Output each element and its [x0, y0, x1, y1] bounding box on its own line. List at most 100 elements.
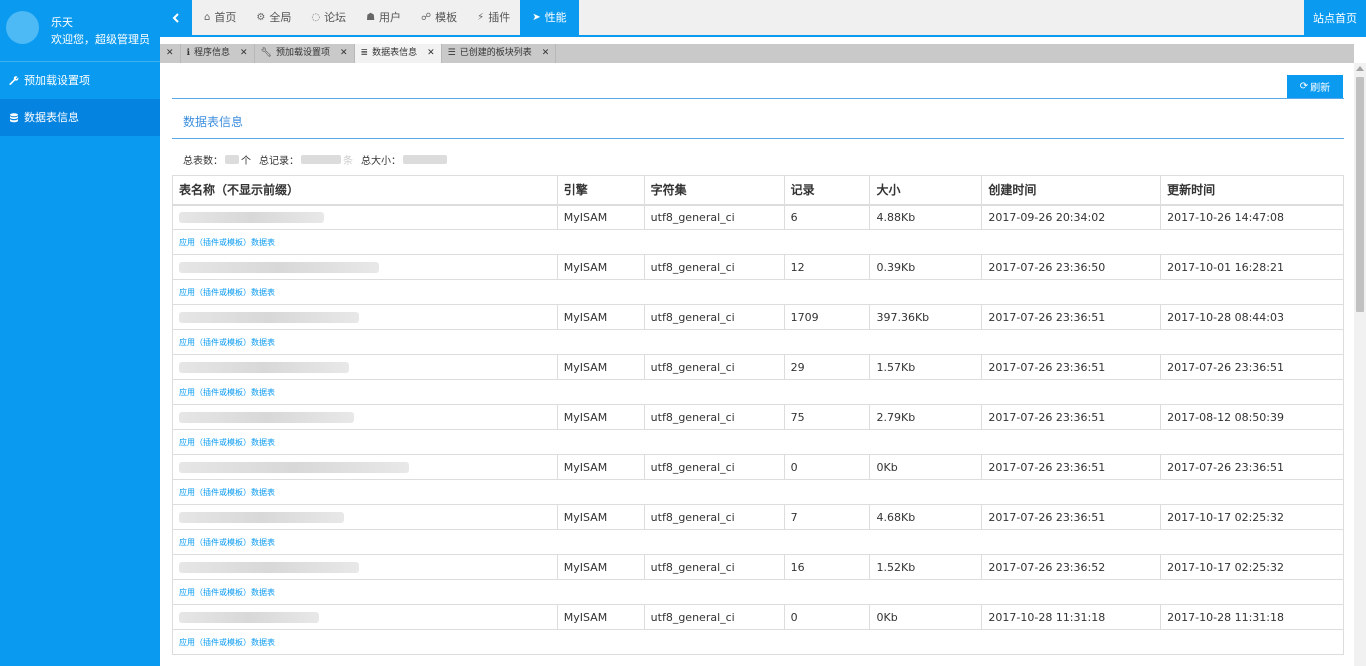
- scroll-thumb[interactable]: [1356, 77, 1364, 312]
- table-name-cell: [172, 354, 558, 380]
- table-row: MyISAM utf8_general_ci 29 1.57Kb 2017-07-26 …: [172, 354, 1344, 380]
- table-row: MyISAM utf8_general_ci 6 4.88Kb 2017-09-26 2…: [172, 204, 1344, 230]
- table-name-cell: [172, 304, 558, 330]
- nav-item-forum[interactable]: ◌ 论坛: [301, 0, 356, 35]
- cell-updated: 2017-10-28 11:31:18: [1160, 604, 1344, 630]
- close-icon[interactable]: ✕: [240, 44, 248, 63]
- refresh-icon: ⟳: [1299, 81, 1309, 92]
- nav-item-global[interactable]: ⚙ 全局: [246, 0, 301, 35]
- redacted-table-name: [179, 412, 354, 423]
- sidebar-item-preload-settings[interactable]: 预加载设置项: [0, 62, 160, 99]
- table-row-note: 应用（插件或模板）数据表: [172, 429, 1344, 455]
- nav-item-plugins[interactable]: ⚡ 插件: [467, 0, 520, 35]
- cell-engine: MyISAM: [556, 254, 645, 280]
- tab-preload-settings[interactable]: 🔧︎ 预加载设置项 ✕: [255, 44, 355, 63]
- redacted-table-name: [179, 562, 359, 573]
- refresh-button[interactable]: ⟳ 刷新: [1287, 75, 1343, 98]
- nav-item-users[interactable]: ☗ 用户: [356, 0, 411, 35]
- cell-records: 75: [783, 404, 871, 430]
- collapse-sidebar-button[interactable]: [160, 0, 192, 37]
- user-welcome: 欢迎您，超级管理员: [51, 33, 150, 46]
- redacted-table-name: [179, 262, 379, 273]
- cell-created: 2017-07-26 23:36:51: [981, 304, 1162, 330]
- cell-charset: utf8_general_ci: [643, 304, 785, 330]
- table-row-note: 应用（插件或模板）数据表: [172, 579, 1344, 605]
- table-row-note: 应用（插件或模板）数据表: [172, 329, 1344, 355]
- cell-updated: 2017-08-12 08:50:39: [1160, 404, 1344, 430]
- cell-engine: MyISAM: [556, 454, 645, 480]
- close-icon: ✕: [166, 48, 174, 58]
- cell-charset: utf8_general_ci: [643, 604, 785, 630]
- cell-size: 1.52Kb: [869, 554, 983, 580]
- close-all-tabs-button[interactable]: ✕: [160, 44, 181, 63]
- nav-item-templates[interactable]: ☍ 模板: [411, 0, 467, 35]
- cell-updated: 2017-07-26 23:36:51: [1160, 354, 1344, 380]
- tab-board-list[interactable]: ☰ 已创建的板块列表 ✕: [442, 44, 557, 63]
- close-icon[interactable]: ✕: [542, 44, 550, 63]
- home-icon: ⌂: [204, 12, 211, 23]
- database-icon: [9, 112, 19, 123]
- cell-created: 2017-09-26 20:34:02: [981, 204, 1162, 230]
- cell-created: 2017-07-26 23:36:51: [981, 354, 1162, 380]
- cell-records: 7: [783, 504, 871, 530]
- table-name-cell: [172, 204, 558, 230]
- redacted-value: [403, 155, 447, 164]
- cell-engine: MyISAM: [556, 404, 645, 430]
- table-row: MyISAM utf8_general_ci 12 0.39Kb 2017-07-26 …: [172, 254, 1344, 280]
- cell-size: 0Kb: [869, 604, 983, 630]
- column-header[interactable]: 字符集: [643, 175, 785, 206]
- sidebar-item-table-info[interactable]: 数据表信息: [0, 99, 160, 136]
- cell-updated: 2017-10-01 16:28:21: [1160, 254, 1344, 280]
- scroll-up-arrow-icon[interactable]: [1356, 66, 1364, 71]
- cell-engine: MyISAM: [556, 204, 645, 230]
- column-header[interactable]: 记录: [783, 175, 871, 206]
- table-row-note: 应用（插件或模板）数据表: [172, 279, 1344, 305]
- cell-engine: MyISAM: [556, 304, 645, 330]
- cell-created: 2017-07-26 23:36:52: [981, 554, 1162, 580]
- app-table-note: 应用（插件或模板）数据表: [172, 529, 1344, 555]
- table-name-cell: [172, 604, 558, 630]
- cell-size: 0.39Kb: [869, 254, 983, 280]
- sidebar: 乐天 欢迎您，超级管理员 预加载设置项 数据表信息: [0, 0, 160, 666]
- close-icon[interactable]: ✕: [427, 44, 435, 63]
- cell-engine: MyISAM: [556, 604, 645, 630]
- cell-created: 2017-07-26 23:36:50: [981, 254, 1162, 280]
- tab-program-info[interactable]: ℹ 程序信息 ✕: [181, 44, 255, 63]
- cell-engine: MyISAM: [556, 504, 645, 530]
- column-header[interactable]: 引擎: [556, 175, 645, 206]
- cell-size: 4.88Kb: [869, 204, 983, 230]
- column-header[interactable]: 更新时间: [1160, 175, 1344, 206]
- table-name-cell: [172, 554, 558, 580]
- table-row: MyISAM utf8_general_ci 16 1.52Kb 2017-07-26 …: [172, 554, 1344, 580]
- database-icon: ≣: [360, 48, 369, 58]
- cell-size: 0Kb: [869, 454, 983, 480]
- redacted-table-name: [179, 462, 409, 473]
- divider: [172, 138, 1344, 139]
- vertical-scrollbar[interactable]: [1354, 63, 1366, 666]
- column-header[interactable]: 表名称（不显示前缀）: [172, 175, 558, 206]
- close-icon[interactable]: ✕: [340, 44, 348, 63]
- tab-table-info[interactable]: ≣ 数据表信息 ✕: [354, 44, 442, 63]
- cell-updated: 2017-10-17 02:25:32: [1160, 554, 1344, 580]
- table-name-cell: [172, 254, 558, 280]
- cell-charset: utf8_general_ci: [643, 504, 785, 530]
- summary-line: 总表数： 个 总记录： 条 总大小：: [183, 152, 449, 167]
- redacted-table-name: [179, 212, 324, 224]
- nav-item-home[interactable]: ⌂ 首页: [194, 0, 246, 35]
- site-home-link[interactable]: 站点首页: [1304, 0, 1366, 37]
- column-header[interactable]: 大小: [869, 175, 983, 206]
- divider: [172, 98, 1344, 99]
- cell-engine: MyISAM: [556, 354, 645, 380]
- table-row: MyISAM utf8_general_ci 7 4.68Kb 2017-07-26 2…: [172, 504, 1344, 530]
- cell-updated: 2017-10-26 14:47:08: [1160, 204, 1344, 230]
- redacted-table-name: [179, 512, 344, 523]
- column-header[interactable]: 创建时间: [981, 175, 1162, 206]
- avatar[interactable]: [6, 11, 39, 44]
- cell-created: 2017-07-26 23:36:51: [981, 504, 1162, 530]
- nav-item-performance[interactable]: ➤ 性能: [520, 0, 579, 35]
- table-name-cell: [172, 454, 558, 480]
- list-icon: ☰: [447, 48, 456, 58]
- cell-created: 2017-07-26 23:36:51: [981, 454, 1162, 480]
- wrench-icon: 🔧︎: [260, 48, 272, 58]
- cell-records: 0: [783, 604, 871, 630]
